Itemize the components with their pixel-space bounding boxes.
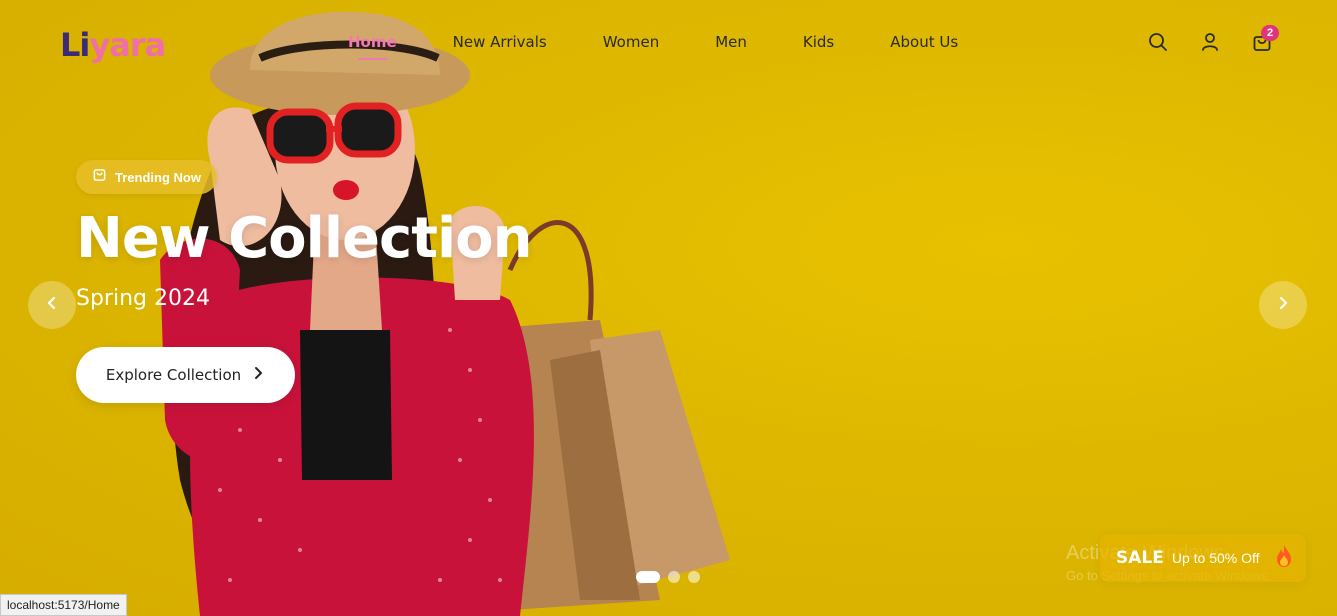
nav-item-kids[interactable]: Kids (803, 33, 834, 51)
nav-item-home[interactable]: Home (348, 33, 397, 60)
explore-button-label: Explore Collection (105, 366, 242, 384)
sale-banner[interactable]: SALE Up to 50% Off (1100, 534, 1306, 582)
chevron-left-icon (45, 295, 59, 316)
hero-subtitle: Spring 2024 (76, 286, 210, 311)
search-icon[interactable] (1147, 31, 1169, 53)
nav-item-about-us[interactable]: About Us (890, 33, 958, 51)
logo-text-primary: Li (60, 26, 90, 64)
shopping-bag-icon (92, 167, 107, 187)
cart-count-badge: 2 (1261, 25, 1279, 41)
user-icon[interactable] (1199, 31, 1221, 53)
carousel-dot-3[interactable] (688, 571, 700, 583)
carousel-indicators (636, 571, 700, 583)
carousel-dot-1[interactable] (636, 571, 660, 583)
explore-collection-button[interactable]: Explore Collection (76, 347, 295, 403)
hero-model-image (160, 11, 730, 616)
sale-title: SALE (1116, 548, 1164, 568)
trending-badge: Trending Now (76, 160, 217, 194)
nav-item-women[interactable]: Women (603, 33, 659, 51)
fire-icon (1274, 544, 1294, 573)
trending-label: Trending Now (115, 169, 201, 185)
hero-banner: Liyara Home New Arrivals Women Men Kids … (0, 0, 1337, 616)
carousel-dot-2[interactable] (668, 571, 680, 583)
sale-subtitle: Up to 50% Off (1171, 550, 1260, 566)
brand-logo[interactable]: Liyara (60, 26, 166, 64)
nav-item-new-arrivals[interactable]: New Arrivals (453, 33, 547, 51)
chevron-right-icon (253, 366, 265, 384)
carousel-prev-button[interactable] (28, 281, 76, 329)
hero-title: New Collection (76, 206, 533, 271)
chevron-right-icon (1276, 295, 1290, 316)
logo-text-secondary: yara (89, 26, 166, 64)
main-nav: Home New Arrivals Women Men Kids About U… (348, 33, 1014, 60)
carousel-next-button[interactable] (1259, 281, 1307, 329)
status-bar-url: localhost:5173/Home (0, 594, 127, 616)
nav-item-men[interactable]: Men (715, 33, 747, 51)
